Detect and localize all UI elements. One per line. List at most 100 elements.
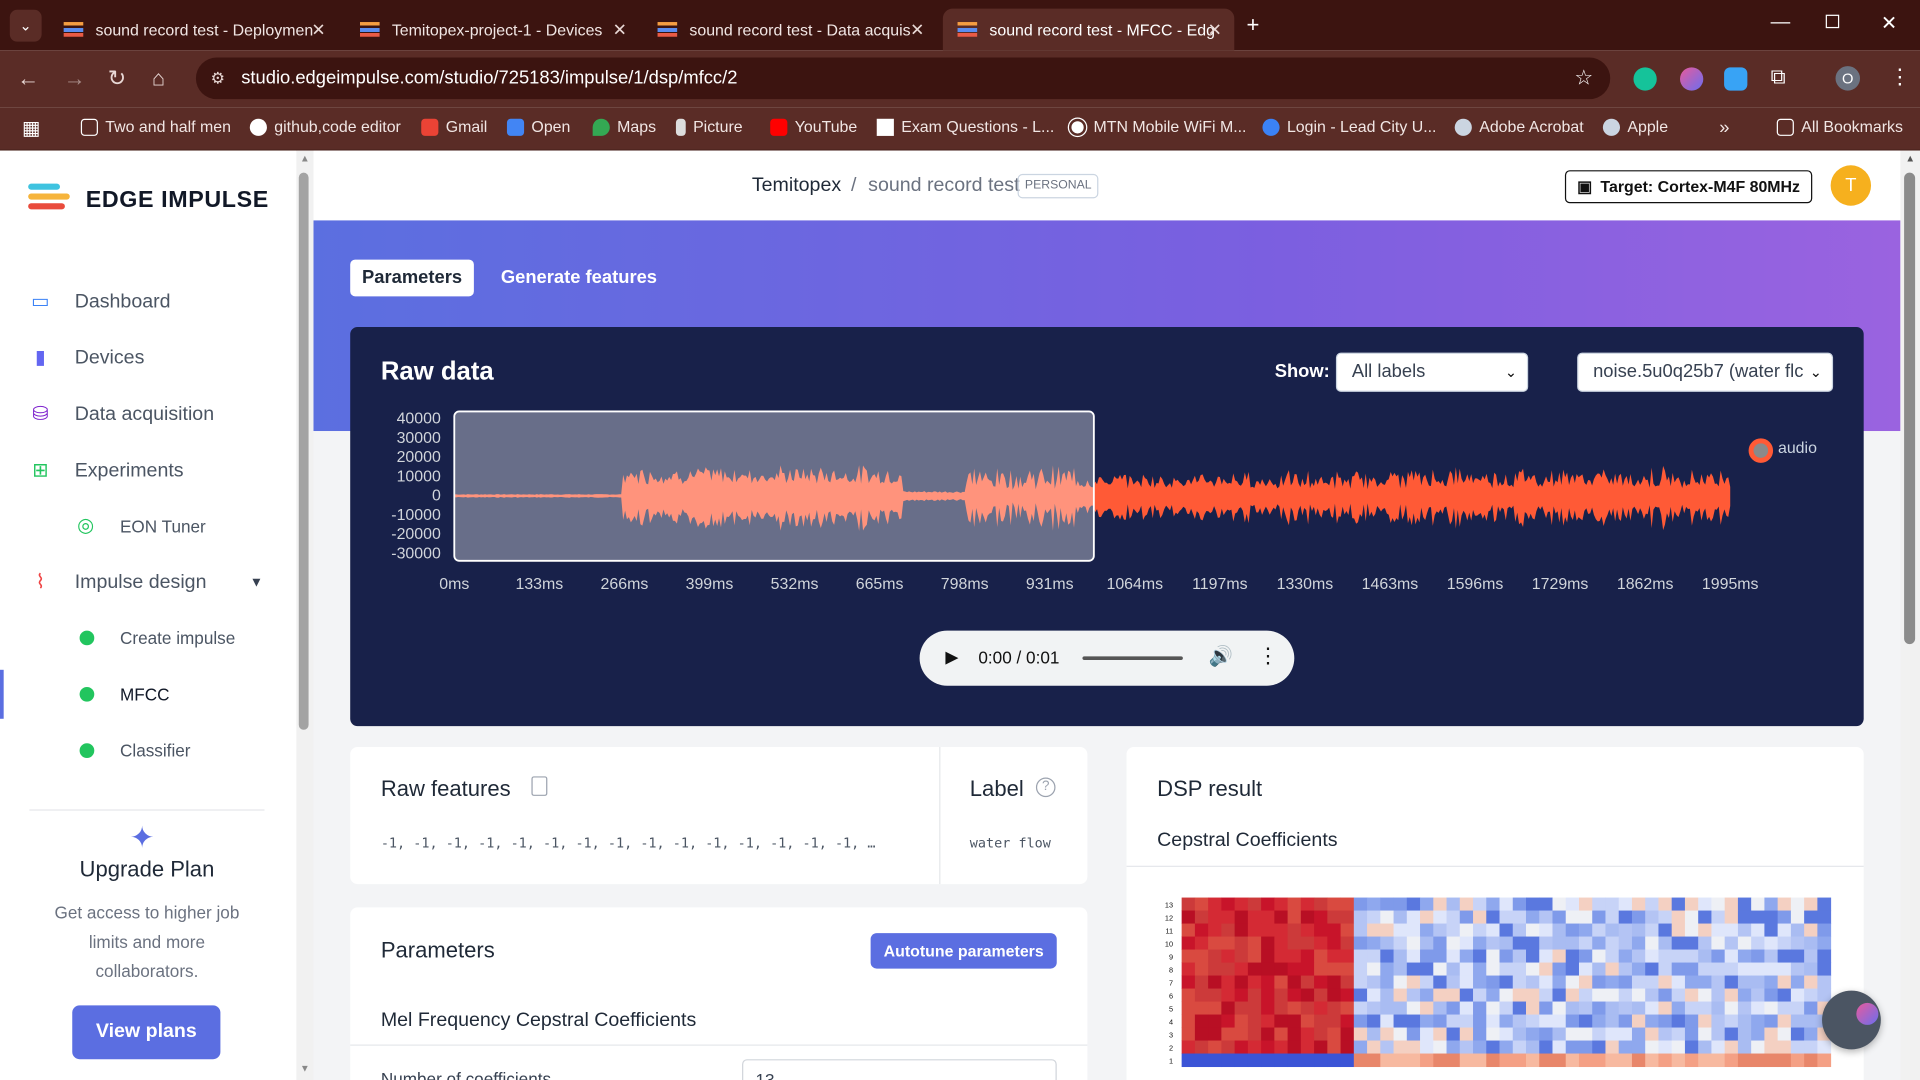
apps-grid-icon[interactable]: ▦ bbox=[22, 116, 41, 140]
bookmark-folder[interactable]: Two and half men bbox=[80, 118, 231, 136]
heatmap-cell bbox=[1181, 962, 1196, 977]
bookmark-item[interactable]: Maps bbox=[592, 118, 656, 136]
heatmap-cell bbox=[1208, 936, 1222, 951]
globe-icon bbox=[1602, 118, 1621, 136]
close-tab-icon[interactable]: ✕ bbox=[613, 19, 627, 40]
sidebar-item-classifier[interactable]: Classifier bbox=[0, 726, 296, 775]
new-tab-icon[interactable]: + bbox=[1247, 12, 1260, 38]
restore-icon[interactable] bbox=[1825, 14, 1840, 29]
browser-tab[interactable]: sound record test - Deploymen ✕ bbox=[49, 9, 338, 51]
bookmark-item[interactable]: Adobe Acrobat bbox=[1454, 118, 1584, 136]
all-bookmarks[interactable]: All Bookmarks bbox=[1776, 118, 1903, 136]
close-tab-icon[interactable]: ✕ bbox=[910, 19, 924, 40]
sidebar-item-eon-tuner[interactable]: ◎ EON Tuner bbox=[0, 502, 296, 551]
bookmark-item[interactable]: Exam Questions - L... bbox=[876, 118, 1054, 136]
sidebar-item-mfcc[interactable]: MFCC bbox=[0, 669, 296, 719]
tab-generate-features[interactable]: Generate features bbox=[501, 260, 657, 297]
cloud-extension-icon[interactable] bbox=[1724, 67, 1748, 91]
sidebar-item-data-acquisition[interactable]: ⛁ Data acquisition bbox=[0, 391, 296, 440]
address-bar[interactable]: ⚙ studio.edgeimpulse.com/studio/725183/i… bbox=[195, 57, 1611, 100]
volume-icon[interactable]: 🔊 bbox=[1209, 644, 1233, 668]
sidebar-item-impulse-design[interactable]: ⌇ Impulse design ▼ bbox=[0, 558, 296, 607]
chat-assistant-button[interactable] bbox=[1822, 990, 1881, 1050]
heatmap-cell bbox=[1393, 988, 1408, 1003]
target-button[interactable]: ▣ Target: Cortex-M4F 80MHz bbox=[1564, 170, 1813, 204]
maps-icon bbox=[592, 118, 610, 136]
seek-bar[interactable] bbox=[1082, 656, 1183, 661]
forward-icon[interactable]: → bbox=[64, 66, 86, 90]
bookmark-item[interactable]: Open bbox=[506, 118, 570, 136]
sidebar-scrollbar[interactable]: ▲ ▼ bbox=[296, 150, 314, 1080]
show-labels-select[interactable]: All labels ⌄ bbox=[1335, 352, 1529, 392]
close-tab-icon[interactable]: ✕ bbox=[1208, 19, 1222, 40]
heatmap-cell bbox=[1181, 949, 1196, 964]
bookmark-item[interactable]: YouTube bbox=[770, 118, 857, 136]
bookmark-item[interactable]: github,code editor bbox=[249, 118, 401, 136]
sidebar-item-experiments[interactable]: ⊞ Experiments bbox=[0, 447, 296, 496]
heatmap-cell bbox=[1817, 936, 1832, 951]
heatmap-cell bbox=[1327, 962, 1342, 977]
more-bookmarks-icon[interactable]: » bbox=[1719, 118, 1729, 139]
heatmap-cell bbox=[1287, 897, 1302, 912]
tab-search-button[interactable]: ⌄ bbox=[9, 9, 42, 42]
heatmap-cell bbox=[1406, 1040, 1421, 1055]
help-icon[interactable]: ? bbox=[1035, 777, 1056, 798]
play-icon[interactable]: ▶ bbox=[945, 647, 958, 668]
scrollbar-thumb[interactable] bbox=[1904, 172, 1916, 645]
project-name[interactable]: sound record test bbox=[868, 175, 1019, 197]
legend-label-audio[interactable]: audio bbox=[1778, 438, 1817, 456]
raw-audio-chart[interactable]: 40000 30000 20000 10000 0 -10000 -20000 -30000 0… bbox=[350, 400, 1863, 596]
minimize-icon[interactable]: — bbox=[1771, 12, 1791, 34]
heatmap-cell bbox=[1406, 910, 1421, 925]
audio-player[interactable]: ▶ 0:00 / 0:01 🔊 ⋮ bbox=[919, 630, 1295, 686]
legend-swatch[interactable] bbox=[1748, 438, 1774, 463]
browser-tab[interactable]: sound record test - Data acquis ✕ bbox=[643, 9, 937, 51]
heatmap-cell bbox=[1300, 1014, 1315, 1029]
bookmark-star-icon[interactable]: ☆ bbox=[1574, 58, 1593, 100]
browser-tab-active[interactable]: sound record test - MFCC - Edg ✕ bbox=[942, 8, 1235, 51]
view-plans-button[interactable]: View plans bbox=[72, 1005, 221, 1060]
ai-extension-icon[interactable] bbox=[1680, 67, 1704, 91]
x-tick-label: 0ms bbox=[439, 576, 469, 593]
page-scrollbar[interactable]: ▲ bbox=[1900, 150, 1920, 1080]
heatmap-cell bbox=[1658, 936, 1673, 951]
browser-menu-icon[interactable]: ⋮ bbox=[1889, 65, 1910, 89]
sample-select[interactable]: noise.5u0q25b7 (water flc ⌄ bbox=[1577, 352, 1834, 392]
avatar[interactable]: T bbox=[1830, 165, 1872, 206]
autotune-parameters-button[interactable]: Autotune parameters bbox=[870, 933, 1057, 969]
heatmap-cell bbox=[1764, 949, 1779, 964]
number-of-coefficients-input[interactable]: 13 bbox=[742, 1059, 1057, 1080]
scrollbar-thumb[interactable] bbox=[298, 172, 309, 730]
bookmark-item[interactable]: Gmail bbox=[421, 118, 487, 136]
back-icon[interactable]: ← bbox=[17, 66, 39, 90]
heatmap-cell bbox=[1578, 910, 1593, 925]
site-info-icon[interactable]: ⚙ bbox=[211, 58, 225, 100]
browser-tab[interactable]: Temitopex-project-1 - Devices ✕ bbox=[345, 9, 639, 51]
profile-avatar[interactable]: O bbox=[1835, 66, 1861, 91]
heatmap-cell bbox=[1380, 936, 1395, 951]
window-close-icon[interactable]: ✕ bbox=[1881, 11, 1897, 35]
grammarly-extension-icon[interactable] bbox=[1633, 67, 1657, 91]
caret-down-icon[interactable]: ▼ bbox=[250, 576, 263, 591]
bookmark-item[interactable]: Picture bbox=[675, 118, 743, 136]
sidebar-item-dashboard[interactable]: ▭ Dashboard bbox=[0, 278, 296, 327]
tab-parameters[interactable]: Parameters bbox=[350, 259, 474, 297]
bookmark-item[interactable]: Login - Lead City U... bbox=[1262, 118, 1436, 136]
bookmark-item[interactable]: MTN Mobile WiFi M... bbox=[1068, 118, 1246, 136]
home-icon[interactable]: ⌂ bbox=[152, 66, 165, 90]
reload-icon[interactable]: ↻ bbox=[108, 66, 126, 90]
heatmap-cell bbox=[1300, 962, 1315, 977]
breadcrumb-separator: / bbox=[851, 175, 857, 196]
player-menu-icon[interactable]: ⋮ bbox=[1258, 644, 1279, 668]
sidebar-item-create-impulse[interactable]: Create impulse bbox=[0, 613, 296, 662]
extensions-puzzle-icon[interactable]: ⧉ bbox=[1771, 65, 1786, 89]
heatmap-cell bbox=[1406, 1014, 1421, 1029]
close-tab-icon[interactable]: ✕ bbox=[311, 19, 325, 40]
bookmark-item[interactable]: Apple bbox=[1602, 118, 1668, 136]
window-selection[interactable] bbox=[453, 410, 1095, 562]
heatmap-cell bbox=[1221, 975, 1236, 990]
user-name[interactable]: Temitopex bbox=[752, 175, 841, 197]
sidebar-item-devices[interactable]: ▮ Devices bbox=[0, 334, 296, 383]
heatmap-cell bbox=[1300, 936, 1315, 951]
copy-icon[interactable] bbox=[531, 776, 548, 796]
